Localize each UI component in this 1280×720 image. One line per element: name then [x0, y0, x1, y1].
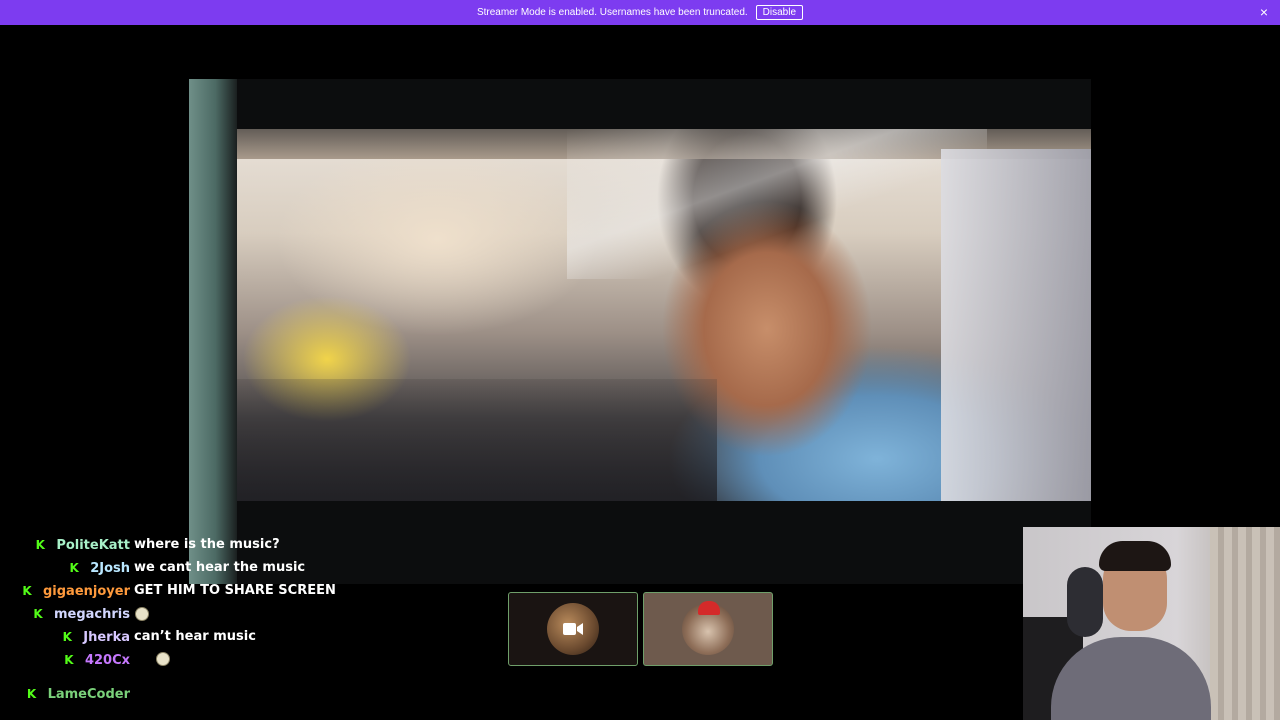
avatar — [682, 601, 734, 655]
close-icon[interactable]: × — [1260, 4, 1268, 20]
disable-streamer-mode-button[interactable]: Disable — [755, 5, 804, 20]
chat-message: K megachris — [32, 604, 130, 624]
streamer-mode-message: Streamer Mode is enabled. Usernames have… — [476, 7, 748, 18]
video-camera-icon — [563, 623, 583, 635]
streamer-mode-banner: Streamer Mode is enabled. Usernames have… — [0, 0, 1280, 25]
chat-message: K gigaenjoyer — [21, 581, 130, 601]
emote-icon — [135, 607, 149, 621]
chat-message: K LameCoder — [26, 684, 130, 704]
video-content — [237, 129, 1091, 501]
kick-badge-icon: K — [22, 584, 32, 598]
chat-username[interactable]: megachris — [54, 607, 130, 622]
kick-badge-icon: K — [35, 538, 45, 552]
headset-icon — [1067, 567, 1103, 637]
chat-message: K 420Cx — [63, 650, 130, 670]
kick-badge-icon: K — [62, 630, 72, 644]
chat-message: K Jherka — [61, 627, 130, 647]
kick-badge-icon: K — [69, 561, 79, 575]
streamer-webcam — [1023, 527, 1280, 720]
skull-emote-icon — [156, 652, 170, 666]
chat-text: can’t hear music — [134, 629, 256, 644]
chat-username[interactable]: Jherka — [83, 630, 130, 645]
chat-text: GET HIM TO SHARE SCREEN — [134, 583, 336, 598]
chat-username[interactable]: 420Cx — [85, 653, 130, 668]
chat-username[interactable]: LameCoder — [48, 687, 130, 702]
chat-text: where is the music? — [134, 537, 280, 552]
kick-badge-icon: K — [64, 653, 74, 667]
chat-message: K 2Josh — [68, 558, 130, 578]
chat-username[interactable]: 2Josh — [90, 561, 130, 576]
chat-username[interactable]: PoliteKatt — [56, 538, 130, 553]
kick-badge-icon: K — [33, 607, 43, 621]
chat-message: K PoliteKatt — [34, 535, 130, 555]
participant-tile[interactable] — [643, 592, 773, 666]
kick-badge-icon: K — [26, 687, 37, 701]
chat-text: we cant hear the music — [134, 560, 306, 575]
santa-hat-icon — [698, 601, 720, 615]
chat-overlay: K PoliteKatt where is the music? K 2Josh… — [0, 533, 340, 720]
participant-tile-camera-off[interactable] — [508, 592, 638, 666]
chat-username[interactable]: gigaenjoyer — [43, 584, 130, 599]
monitor-bezel — [189, 79, 237, 584]
shared-video — [189, 79, 1091, 584]
